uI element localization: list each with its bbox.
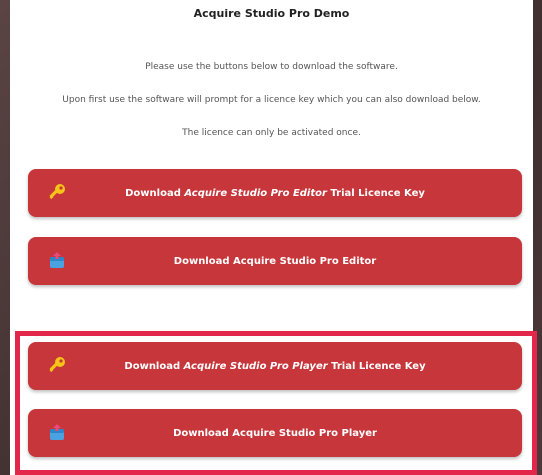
download-editor-button[interactable]: Download Acquire Studio Pro Editor [28, 237, 522, 285]
button-label: Download Acquire Studio Pro Player Trial… [124, 360, 426, 372]
installer-package-icon [46, 422, 68, 444]
button-label: Download Acquire Studio Pro Editor Trial… [125, 187, 425, 199]
download-player-button[interactable]: Download Acquire Studio Pro Player [28, 409, 522, 457]
page-title: Acquire Studio Pro Demo [193, 7, 350, 20]
intro-text: Please use the buttons below to download… [145, 62, 398, 72]
key-icon [46, 355, 68, 377]
download-player-licence-key-button[interactable]: Download Acquire Studio Pro Player Trial… [28, 342, 522, 390]
key-icon [46, 182, 68, 204]
activation-note-text: The licence can only be activated once. [182, 128, 361, 138]
button-label: Download Acquire Studio Pro Player [173, 427, 377, 439]
installer-package-icon [46, 250, 68, 272]
button-label: Download Acquire Studio Pro Editor [173, 255, 377, 267]
licence-prompt-text: Upon first use the software will prompt … [62, 95, 481, 105]
download-editor-licence-key-button[interactable]: Download Acquire Studio Pro Editor Trial… [28, 169, 522, 217]
screenshot-stage: Acquire Studio Pro Demo Please use the b… [0, 0, 542, 475]
